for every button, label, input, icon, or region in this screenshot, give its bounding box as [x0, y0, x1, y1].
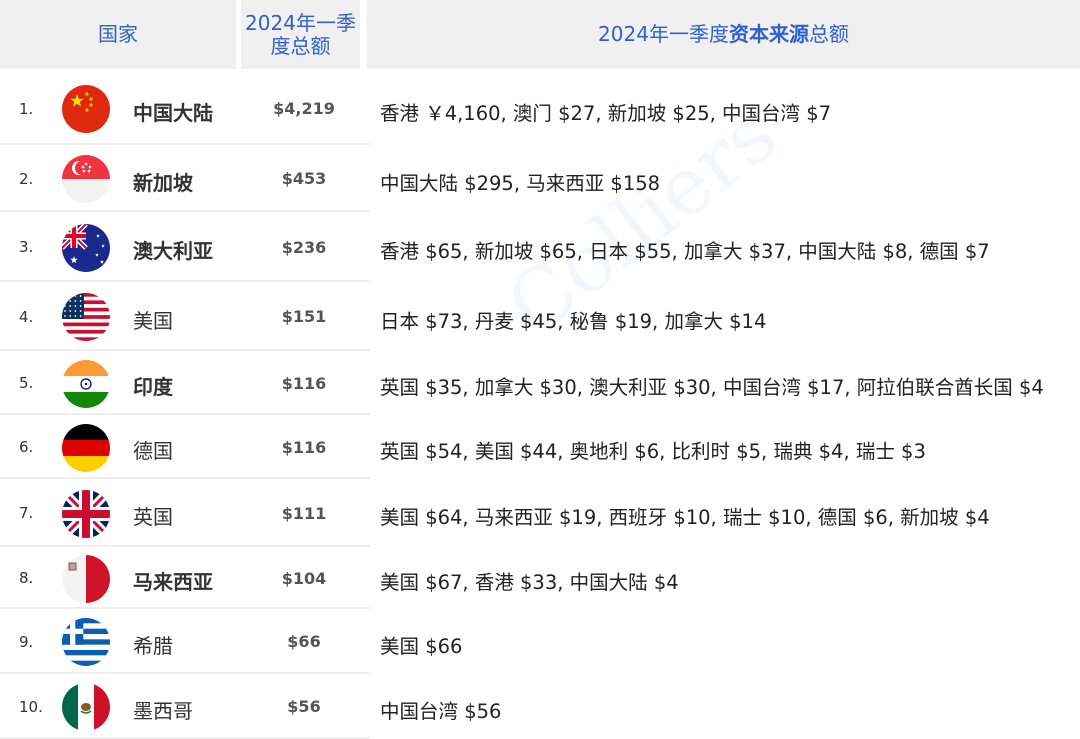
capital-sources: 香港 ￥4,160, 澳门 $27, 新加坡 $25, 中国台湾 $7	[380, 102, 832, 125]
row-separator	[0, 210, 370, 212]
total-amount: $66	[287, 632, 321, 651]
row-separator	[0, 143, 370, 145]
table-row: 2. 新加坡 $453 中国大陆 $295, 马来西亚 $158	[0, 146, 1080, 212]
row-separator	[0, 280, 370, 282]
header-sources-bold: 资本来源	[728, 22, 809, 46]
total-amount: $116	[281, 438, 327, 457]
rank-label: 7.	[19, 504, 34, 522]
capital-sources: 美国 $67, 香港 $33, 中国大陆 $4	[380, 571, 679, 594]
table-row: 10. 墨西哥 $56 中国台湾 $56	[0, 675, 1080, 739]
country-name: 美国	[133, 309, 173, 333]
capital-sources: 美国 $64, 马来西亚 $19, 西班牙 $10, 瑞士 $10, 德国 $6…	[380, 506, 990, 529]
country-name: 印度	[133, 375, 173, 399]
country-name: 英国	[133, 505, 173, 529]
china-flag-icon	[62, 85, 110, 133]
total-amount: $116	[281, 374, 327, 393]
table-row: 6. 德国 $116 英国 $54, 美国 $44, 奥地利 $6, 比利时 $5, …	[0, 416, 1080, 479]
row-separator	[0, 545, 370, 547]
capital-sources: 英国 $35, 加拿大 $30, 澳大利亚 $30, 中国台湾 $17, 阿拉伯…	[380, 376, 1044, 399]
header-sources: 2024年一季度 资本来源 总额	[367, 0, 1080, 69]
total-amount: $4,219	[273, 99, 335, 118]
table-row: 7. 英国 $111 美国 $64, 马来西亚 $19, 西班牙 $10, 瑞士 $1…	[0, 480, 1080, 547]
rank-label: 2.	[19, 170, 34, 188]
rank-label: 4.	[19, 308, 34, 326]
malta-flag-icon	[62, 555, 110, 603]
country-name: 中国大陆	[133, 101, 213, 125]
capital-sources: 中国大陆 $295, 马来西亚 $158	[380, 172, 661, 195]
usa-flag-icon	[62, 293, 110, 341]
capital-sources: 英国 $54, 美国 $44, 奥地利 $6, 比利时 $5, 瑞典 $4, 瑞…	[380, 440, 926, 463]
capital-sources: 日本 $73, 丹麦 $45, 秘鲁 $19, 加拿大 $14	[380, 310, 767, 333]
capital-sources: 香港 $65, 新加坡 $65, 日本 $55, 加拿大 $37, 中国大陆 $…	[380, 240, 990, 263]
rank-label: 6.	[19, 438, 34, 456]
capital-sources: 美国 $66	[380, 635, 463, 658]
table-row: 8. 马来西亚 $104 美国 $67, 香港 $33, 中国大陆 $4	[0, 548, 1080, 609]
table-row: 3. 澳大利亚 $236 香港 $65, 新加坡 $65, 日本 $55, 加拿大 $…	[0, 213, 1080, 282]
capital-sources: 中国台湾 $56	[380, 700, 502, 723]
total-amount: $151	[281, 307, 327, 326]
total-amount: $104	[281, 569, 327, 588]
total-amount: $453	[281, 169, 327, 188]
singapore-flag-icon	[62, 155, 110, 203]
table-row: 5. 印度 $116 英国 $35, 加拿大 $30, 澳大利亚 $30, 中国台湾 …	[0, 352, 1080, 415]
table-row: 4. 美国 $151 日本 $73, 丹麦 $45, 秘鲁 $19, 加拿大 $14	[0, 283, 1080, 351]
row-separator	[0, 477, 370, 479]
total-amount: $111	[281, 504, 327, 523]
rank-label: 10.	[19, 698, 43, 716]
rank-label: 9.	[19, 633, 34, 651]
row-separator	[0, 607, 370, 609]
rank-label: 3.	[19, 238, 34, 256]
header-country: 国家	[0, 0, 236, 69]
greece-flag-icon	[62, 618, 110, 666]
country-name: 新加坡	[133, 171, 193, 195]
total-amount: $56	[287, 697, 321, 716]
header-sources-prefix: 2024年一季度	[598, 22, 729, 46]
country-name: 希腊	[133, 634, 173, 658]
country-name: 澳大利亚	[133, 239, 213, 263]
country-name: 德国	[133, 439, 173, 463]
uk-flag-icon	[62, 490, 110, 538]
country-name: 马来西亚	[133, 570, 213, 594]
rank-label: 1.	[19, 100, 34, 118]
india-flag-icon	[62, 360, 110, 408]
australia-flag-icon	[62, 224, 110, 272]
row-separator	[0, 349, 370, 351]
header-total: 2024年一季度总额	[241, 0, 360, 69]
total-amount: $236	[281, 238, 327, 257]
rank-label: 8.	[19, 569, 34, 587]
germany-flag-icon	[62, 424, 110, 472]
row-separator	[0, 413, 370, 415]
table-row: 1. 中国大陆 $4,219 香港 ￥4,160, 澳门 $27, 新加坡 $25, …	[0, 73, 1080, 145]
header-sources-suffix: 总额	[808, 22, 849, 46]
rank-label: 5.	[19, 374, 34, 392]
table-row: 9. 希腊 $66 美国 $66	[0, 610, 1080, 674]
mexico-flag-icon	[62, 683, 110, 731]
country-name: 墨西哥	[133, 699, 193, 723]
row-separator	[0, 672, 370, 674]
